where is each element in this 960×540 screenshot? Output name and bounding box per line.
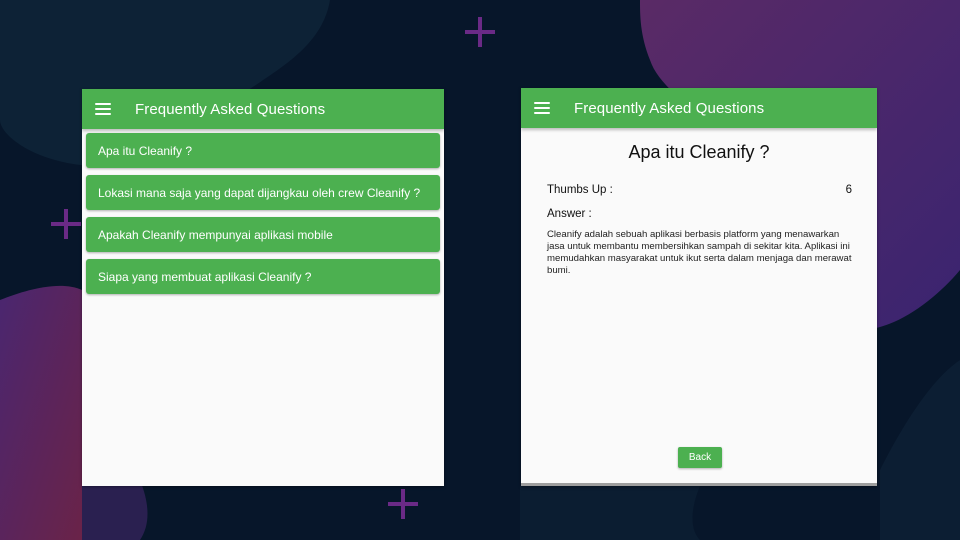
- plus-decoration-top: [465, 17, 495, 47]
- plus-decoration-left: [51, 209, 81, 239]
- faq-detail-screen: Frequently Asked Questions Apa itu Clean…: [521, 88, 877, 486]
- plus-decoration-bottom: [388, 489, 418, 519]
- answer-text: Cleanify adalah sebuah aplikasi berbasis…: [547, 229, 852, 276]
- app-bar-title: Frequently Asked Questions: [135, 100, 326, 118]
- faq-item[interactable]: Lokasi mana saja yang dapat dijangkau ol…: [86, 175, 440, 210]
- blob-bottom-center: [520, 486, 700, 540]
- app-bar-title: Frequently Asked Questions: [574, 99, 765, 117]
- hamburger-menu-icon[interactable]: [534, 102, 550, 114]
- bottom-edge: [521, 483, 877, 486]
- app-bar: Frequently Asked Questions: [82, 89, 444, 129]
- faq-item[interactable]: Siapa yang membuat aplikasi Cleanify ?: [86, 259, 440, 294]
- blob-bottom-right-dark: [880, 360, 960, 540]
- question-title: Apa itu Cleanify ?: [628, 142, 770, 162]
- faq-list-screen: Frequently Asked Questions Apa itu Clean…: [82, 89, 444, 486]
- faq-item[interactable]: Apa itu Cleanify ?: [86, 133, 440, 168]
- faq-list: Apa itu Cleanify ? Lokasi mana saja yang…: [86, 133, 440, 301]
- blob-bottom-left-tail: [82, 480, 148, 540]
- faq-item[interactable]: Apakah Cleanify mempunyai aplikasi mobil…: [86, 217, 440, 252]
- thumbs-up-label: Thumbs Up :: [547, 184, 613, 196]
- back-button[interactable]: Back: [678, 447, 722, 468]
- blob-bottom-left: [0, 285, 82, 540]
- app-bar: Frequently Asked Questions: [521, 88, 877, 128]
- answer-label: Answer :: [547, 208, 592, 220]
- hamburger-menu-icon[interactable]: [95, 103, 111, 115]
- thumbs-up-count: 6: [845, 184, 852, 196]
